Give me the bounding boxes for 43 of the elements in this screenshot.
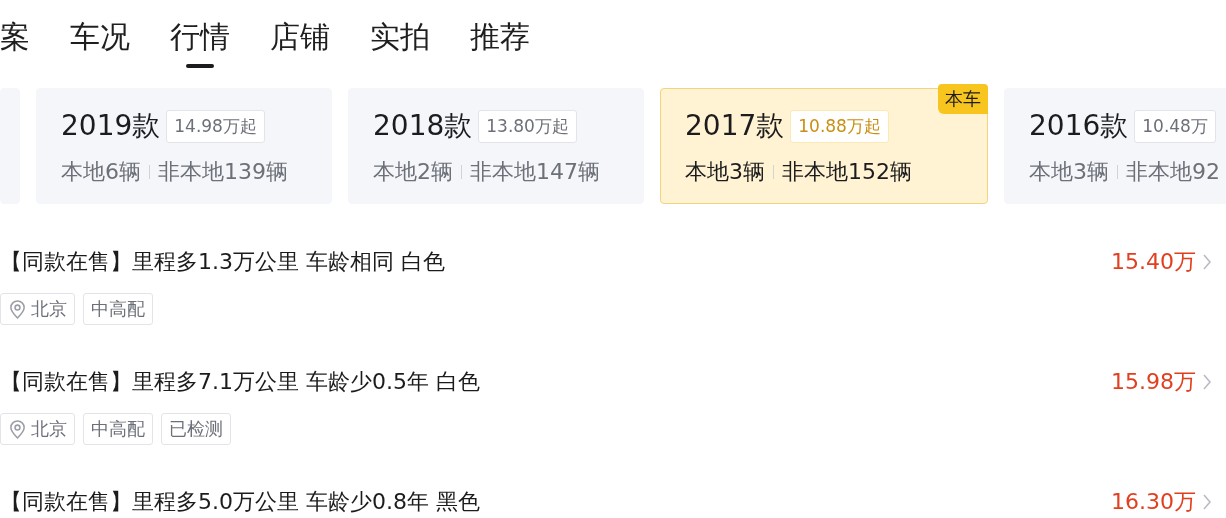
listing-title[interactable]: 【同款在售】里程多5.0万公里 车龄少0.8年 黑色 bbox=[0, 487, 1111, 517]
tab[interactable]: 推荐 bbox=[470, 16, 530, 68]
model-year: 2018款 bbox=[373, 108, 473, 144]
year-card[interactable]: 2018款 13.80万起 本地2辆 非本地147辆 bbox=[348, 88, 644, 204]
tab[interactable]: 案 bbox=[0, 16, 30, 68]
model-year: 2019款 bbox=[61, 108, 161, 144]
nonlocal-count: 非本地152辆 bbox=[782, 158, 912, 186]
year-card[interactable]: 2016款 10.48万 本地3辆 非本地92 bbox=[1004, 88, 1226, 204]
feature-tag: 已检测 bbox=[161, 413, 231, 445]
model-year: 2017款 bbox=[685, 108, 785, 144]
location-pin-icon bbox=[8, 298, 27, 320]
nonlocal-count: 非本地139辆 bbox=[158, 158, 288, 186]
tab-indicator bbox=[186, 64, 214, 68]
year-card[interactable]: 2019款 14.98万起 本地6辆 非本地139辆 bbox=[36, 88, 332, 204]
location-pin-icon bbox=[8, 418, 27, 440]
local-count: 本地3辆 bbox=[685, 158, 765, 186]
model-year: 2016款 bbox=[1029, 108, 1129, 144]
listing-price: 15.98万 bbox=[1111, 368, 1196, 396]
local-count: 本地3辆 bbox=[1029, 158, 1109, 186]
listing-title[interactable]: 【同款在售】里程多7.1万公里 车龄少0.5年 白色 bbox=[0, 367, 1111, 397]
local-count: 本地6辆 bbox=[61, 158, 141, 186]
price-tag: 10.88万起 bbox=[790, 109, 889, 143]
local-count: 本地2辆 bbox=[373, 158, 453, 186]
chevron-right-icon bbox=[1202, 253, 1212, 271]
feature-tag: 中高配 bbox=[83, 413, 153, 445]
listing-price: 15.40万 bbox=[1111, 248, 1196, 276]
nonlocal-count: 非本地147辆 bbox=[470, 158, 600, 186]
price-tag: 10.48万 bbox=[1134, 109, 1216, 143]
price-tag: 14.98万起 bbox=[166, 109, 265, 143]
tab[interactable]: 车况 bbox=[70, 16, 130, 68]
chevron-right-icon bbox=[1202, 493, 1212, 511]
nonlocal-count: 非本地92 bbox=[1126, 158, 1220, 186]
tab[interactable]: 行情 bbox=[170, 16, 230, 68]
listing-title[interactable]: 【同款在售】里程多1.3万公里 车龄相同 白色 bbox=[0, 247, 1111, 277]
feature-tag: 中高配 bbox=[83, 293, 153, 325]
tab[interactable]: 店铺 bbox=[270, 16, 330, 68]
chevron-right-icon bbox=[1202, 373, 1212, 391]
location-text: 北京 bbox=[31, 417, 67, 441]
listing-price: 16.30万 bbox=[1111, 488, 1196, 516]
tab[interactable]: 实拍 bbox=[370, 16, 430, 68]
current-car-badge: 本车 bbox=[938, 84, 988, 114]
location-text: 北京 bbox=[31, 297, 67, 321]
price-tag: 13.80万起 bbox=[478, 109, 577, 143]
